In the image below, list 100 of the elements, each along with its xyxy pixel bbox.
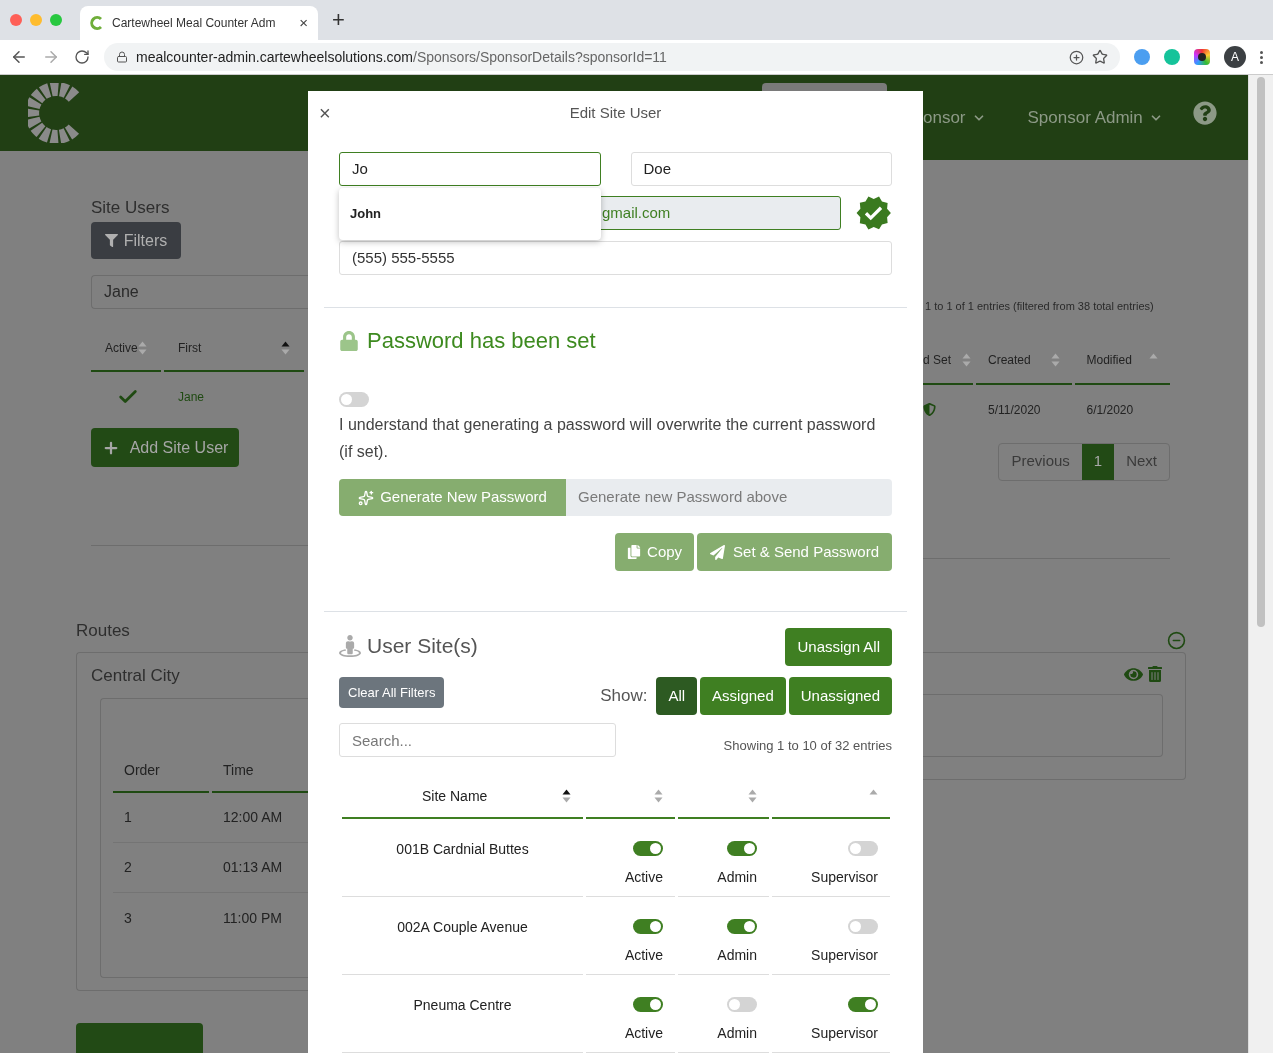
confirm-text: I understand that generating a password will overwrite the current password (if set).	[339, 415, 877, 462]
toggle-label: Supervisor	[811, 1024, 878, 1043]
sparkle-icon	[358, 489, 375, 506]
send-password-button[interactable]: Set & Send Password	[697, 533, 892, 571]
toggle-switch[interactable]	[339, 392, 369, 407]
toggle-label: Admin	[717, 946, 757, 965]
tab-title: Cartewheel Meal Counter Adm	[112, 15, 277, 32]
close-button[interactable]: ×	[308, 103, 348, 123]
last-name-field[interactable]: Doe	[630, 152, 892, 186]
pagination-button[interactable]: Next	[1114, 443, 1169, 480]
toggle-switch[interactable]	[727, 997, 757, 1012]
new-tab-button[interactable]: +	[332, 9, 345, 31]
section-title: Routes	[76, 620, 131, 642]
table-cell: 002A Couple Avenue	[342, 897, 583, 975]
extension-icon[interactable]	[1194, 49, 1210, 65]
table-cell-text: 3	[123, 908, 133, 928]
toggle-switch[interactable]	[848, 919, 878, 934]
pagination-button[interactable]: 1	[1081, 443, 1115, 480]
nav-menu[interactable]: onsor	[923, 104, 986, 131]
forward-icon[interactable]	[42, 48, 60, 66]
toggle-label: Admin	[717, 1024, 757, 1043]
column-header[interactable]: Active	[91, 325, 161, 372]
table-cell: Pneuma Centre	[342, 975, 583, 1053]
person-pin-icon	[339, 634, 361, 657]
scrollbar[interactable]	[1248, 75, 1273, 1053]
sort-icon[interactable]	[562, 788, 571, 804]
toggle-label: Admin	[717, 868, 757, 887]
toggle-label: Active	[624, 1024, 663, 1043]
password-status: Password has been set	[367, 327, 596, 355]
entries-info: Showing 1 to 10 of 32 entries	[723, 736, 892, 755]
card-title: Central City	[91, 665, 180, 685]
filter-icon	[104, 234, 118, 247]
column-header[interactable]: Order	[113, 749, 209, 793]
filter-button[interactable]: All	[656, 677, 698, 715]
tab-close-button[interactable]: ×	[299, 11, 308, 35]
unassign-all-button[interactable]: Unassign All	[785, 628, 892, 666]
toggle-label: Supervisor	[811, 946, 878, 965]
generate-password-button[interactable]: Generate New Password	[339, 479, 566, 516]
column-header[interactable]: d Set	[923, 337, 973, 385]
back-icon[interactable]	[10, 48, 28, 66]
paper-plane-icon	[710, 544, 726, 560]
menu-icon[interactable]	[1260, 50, 1263, 64]
help-icon[interactable]	[1192, 100, 1217, 125]
table-cell-text: 01:13 AM	[222, 858, 284, 877]
toggle-switch[interactable]	[633, 997, 663, 1012]
section-title: Site Users	[91, 196, 171, 219]
toggle-label: Active	[624, 946, 663, 965]
toggle-switch[interactable]	[848, 997, 878, 1012]
trash-icon[interactable]	[1147, 666, 1163, 682]
lock-icon	[116, 51, 128, 63]
table-cell-text: 2	[123, 858, 133, 877]
table-cell-text: 6/1/2020	[1085, 401, 1135, 419]
table-cell: 001B Cardnial Buttes	[342, 819, 583, 897]
entries-info: 1 to 1 of 1 entries (filtered from 38 total entries)	[924, 299, 1155, 314]
generated-password-field: Generate new Password above	[566, 479, 892, 516]
column-header[interactable]: First	[164, 325, 304, 372]
phone-field[interactable]: (555) 555-5555	[339, 241, 892, 275]
section-title: User Site(s)	[367, 633, 478, 659]
copy-icon	[627, 545, 642, 559]
add-site-user-button[interactable]: Add Site User	[91, 428, 239, 467]
column-header[interactable]: Site Name	[342, 775, 583, 819]
filters-button[interactable]: Filters	[91, 222, 181, 259]
bookmark-star-icon[interactable]	[1092, 49, 1108, 65]
filter-button[interactable]: Assigned	[700, 677, 786, 715]
toggle-switch[interactable]	[727, 919, 757, 934]
toggle-switch[interactable]	[848, 841, 878, 856]
address-bar[interactable]: mealcounter-admin.cartewheelsolutions.com/Sponsors/SponsorDetails?sponsorId=11	[104, 43, 1120, 71]
add-icon[interactable]	[1069, 49, 1084, 65]
sort-icon[interactable]	[281, 339, 290, 356]
first-name-field[interactable]: Jo	[339, 152, 601, 186]
autocomplete-option[interactable]: John	[339, 202, 601, 226]
toggle-switch[interactable]	[633, 919, 663, 934]
table-cell-text: 5/11/2020	[987, 401, 1042, 419]
toggle-switch[interactable]	[727, 841, 757, 856]
collapse-icon[interactable]	[1167, 630, 1186, 650]
nav-menu[interactable]: Sponsor Admin	[1027, 104, 1163, 131]
column-header[interactable]: Modified	[1074, 337, 1170, 385]
table-cell-text: 12:00 AM	[222, 808, 284, 827]
toggle-label: Supervisor	[811, 868, 878, 887]
pagination-button[interactable]: Previous	[999, 443, 1082, 480]
site-logo-icon	[90, 16, 104, 30]
shield-icon	[923, 403, 936, 416]
filter-button[interactable]: Unassigned	[788, 677, 892, 715]
url-text: mealcounter-admin.cartewheelsolutions.com/Sponsors/SponsorDetails?sponsorId=11	[136, 47, 668, 67]
table-cell-text: 1	[123, 808, 133, 827]
clear-filters-button[interactable]: Clear All Filters	[339, 677, 445, 708]
search-field[interactable]: Search...	[339, 723, 616, 757]
table-cell-text: 11:00 PM	[222, 908, 283, 928]
table-cell-text: Jane	[177, 389, 205, 406]
reload-icon[interactable]	[74, 49, 90, 65]
toggle-switch[interactable]	[633, 841, 663, 856]
dialog-title: Edit Site User	[568, 102, 663, 123]
lock-icon	[339, 330, 359, 351]
copy-button[interactable]: Copy	[615, 533, 695, 571]
avatar[interactable]: A	[1224, 46, 1246, 68]
toggle-label: Active	[624, 868, 663, 887]
column-header[interactable]: Created	[976, 337, 1072, 385]
show-label: Show:	[600, 685, 648, 708]
search-field[interactable]: Jane	[91, 275, 308, 309]
browser-tab[interactable]: Cartewheel Meal Counter Adm ×	[80, 6, 318, 40]
